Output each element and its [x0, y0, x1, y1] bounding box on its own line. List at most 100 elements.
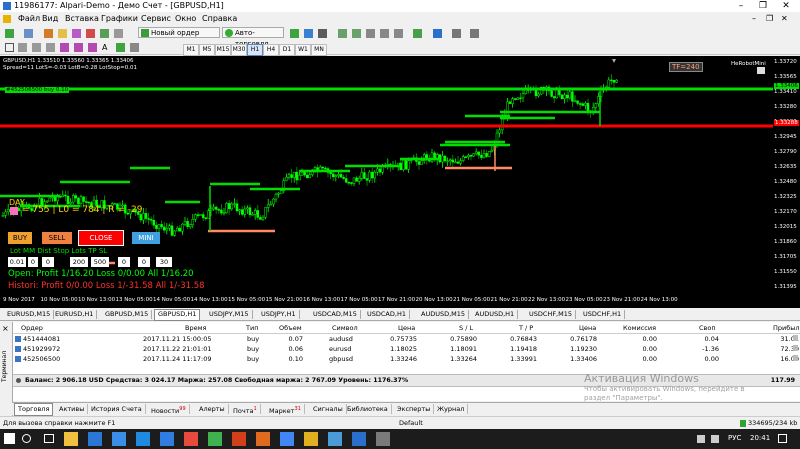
volume-icon[interactable]: [711, 435, 719, 443]
tf-m5[interactable]: M5: [199, 44, 215, 56]
terminal-tab[interactable]: Сигналы: [310, 404, 347, 414]
col-profit[interactable]: Прибыль: [773, 324, 800, 332]
candles-icon[interactable]: [304, 29, 313, 38]
chart-tab[interactable]: AUDUSD,H1: [472, 310, 519, 319]
col-volume[interactable]: Объем: [279, 324, 302, 332]
close-button[interactable]: ✕: [775, 0, 797, 12]
terminal-tab[interactable]: Эксперты: [394, 404, 435, 414]
app-green-icon[interactable]: [208, 432, 222, 446]
tile-icon[interactable]: [366, 29, 375, 38]
clock[interactable]: 20:41: [750, 434, 770, 442]
periods-icon[interactable]: [433, 29, 442, 38]
tf-w1[interactable]: W1: [295, 44, 311, 56]
col-time[interactable]: Время: [185, 324, 206, 332]
terminal-close-button[interactable]: ×: [2, 324, 9, 333]
mm-input[interactable]: 0: [28, 257, 38, 267]
menu-charts[interactable]: Графики: [101, 12, 138, 26]
terminal-tab[interactable]: Библиотека: [344, 404, 392, 414]
text-icon[interactable]: A: [102, 43, 111, 52]
zoom-out-icon[interactable]: [352, 29, 361, 38]
tf-m15[interactable]: M15: [215, 44, 231, 56]
col-current-price[interactable]: Цена: [579, 324, 596, 332]
tf-mn[interactable]: MN: [311, 44, 327, 56]
menu-tools[interactable]: Сервис: [141, 12, 171, 26]
col-swap[interactable]: Своп: [699, 324, 716, 332]
ie-icon[interactable]: [112, 432, 126, 446]
notifications-icon[interactable]: [778, 434, 787, 443]
task-view-icon[interactable]: [44, 434, 54, 443]
chart-tab[interactable]: USDCHF,H1: [580, 310, 626, 319]
menu-view[interactable]: Вид: [42, 12, 58, 26]
maximize-button[interactable]: ❐: [752, 0, 774, 12]
word-icon[interactable]: [160, 432, 174, 446]
terminal-tab[interactable]: История Счета: [88, 404, 146, 414]
chart-tab[interactable]: AUDUSD,M15: [418, 310, 470, 319]
vertical-line-icon[interactable]: [32, 43, 41, 52]
new-chart-icon[interactable]: [5, 29, 14, 38]
data-window-icon[interactable]: [72, 29, 81, 38]
app-orange-icon[interactable]: [232, 432, 246, 446]
tf-m30[interactable]: M30: [231, 44, 247, 56]
crosshair-icon[interactable]: [18, 43, 27, 52]
close-all-button[interactable]: CLOSE: [78, 230, 124, 246]
network-icon[interactable]: [697, 435, 705, 443]
chart-tab[interactable]: USDCAD,H1: [364, 310, 410, 319]
minimize-button[interactable]: –: [730, 0, 752, 12]
app-grey-icon[interactable]: [376, 432, 390, 446]
col-order[interactable]: Ордер: [21, 324, 43, 332]
zoom-in-icon[interactable]: [338, 29, 347, 38]
tf-d1[interactable]: D1: [279, 44, 295, 56]
col-price[interactable]: Цена: [398, 324, 415, 332]
buy-button[interactable]: BUY: [8, 232, 32, 244]
chart-tab[interactable]: GBPUSD,H1: [154, 309, 201, 321]
chrome-icon[interactable]: [280, 432, 294, 446]
shapes-icon[interactable]: [130, 43, 139, 52]
app-blue-icon[interactable]: [352, 432, 366, 446]
opera-icon[interactable]: [256, 432, 270, 446]
chart-tab[interactable]: USDCHF,M15: [526, 310, 576, 319]
chart-window-icon-tb[interactable]: [44, 29, 53, 38]
close-order-icon[interactable]: [793, 345, 798, 351]
menu-insert[interactable]: Вставка: [65, 12, 99, 26]
terminal-tab[interactable]: Алерты: [196, 404, 229, 414]
chart-tab[interactable]: EURUSD,H1: [52, 310, 98, 319]
explorer-icon[interactable]: [64, 432, 78, 446]
dist-input[interactable]: 0: [42, 257, 54, 267]
fibo-icon[interactable]: [88, 43, 97, 52]
new-order-button[interactable]: Новый ордер: [138, 27, 220, 38]
col-sl[interactable]: S / L: [459, 324, 473, 332]
telegram-icon[interactable]: [328, 432, 342, 446]
terminal-tab[interactable]: Журнал: [434, 404, 469, 414]
close-order-icon[interactable]: [793, 355, 798, 361]
menu-help[interactable]: Справка: [202, 12, 237, 26]
tf-h1[interactable]: H1: [247, 44, 263, 56]
lot-input[interactable]: 0.01: [8, 257, 26, 267]
metatrader-icon[interactable]: [304, 432, 318, 446]
price-chart[interactable]: GBPUSD,H1 1.33510 1.33560 1.33365 1.3340…: [0, 56, 773, 296]
chart-tab[interactable]: USDCAD,M15: [310, 310, 361, 319]
menu-window[interactable]: Окно: [175, 12, 196, 26]
trendline-icon[interactable]: [60, 43, 69, 52]
search-icon[interactable]: [22, 434, 31, 443]
col-tp[interactable]: T / P: [519, 324, 533, 332]
child-minimize-button[interactable]: –: [752, 12, 756, 26]
menu-file[interactable]: Файл: [18, 12, 40, 26]
tf-h4[interactable]: H4: [263, 44, 279, 56]
stop-input[interactable]: 200: [70, 257, 88, 267]
mini-button[interactable]: MINI: [132, 232, 160, 244]
sell-button[interactable]: SELL: [42, 232, 72, 244]
terminal-tab[interactable]: Маркет31: [266, 404, 305, 415]
chart-tab[interactable]: GBPUSD,M15: [102, 310, 153, 319]
terminal-tab[interactable]: Торговля: [14, 403, 54, 416]
child-close-button[interactable]: ✕: [781, 12, 788, 26]
col-commission[interactable]: Комиссия: [623, 324, 656, 332]
table-row[interactable]: 451444081 2017.11.21 15:00:05 buy 0.07 audus…: [13, 334, 800, 344]
autoscroll-icon[interactable]: [380, 29, 389, 38]
market-watch-icon[interactable]: [58, 29, 67, 38]
extra-input[interactable]: 30: [156, 257, 172, 267]
auto-trading-button[interactable]: Авто-торговля: [222, 27, 284, 48]
chart-shift-icon[interactable]: [394, 29, 403, 38]
navigator-icon[interactable]: [86, 29, 95, 38]
line-chart-icon[interactable]: [318, 29, 327, 38]
more-icon[interactable]: [470, 29, 479, 38]
